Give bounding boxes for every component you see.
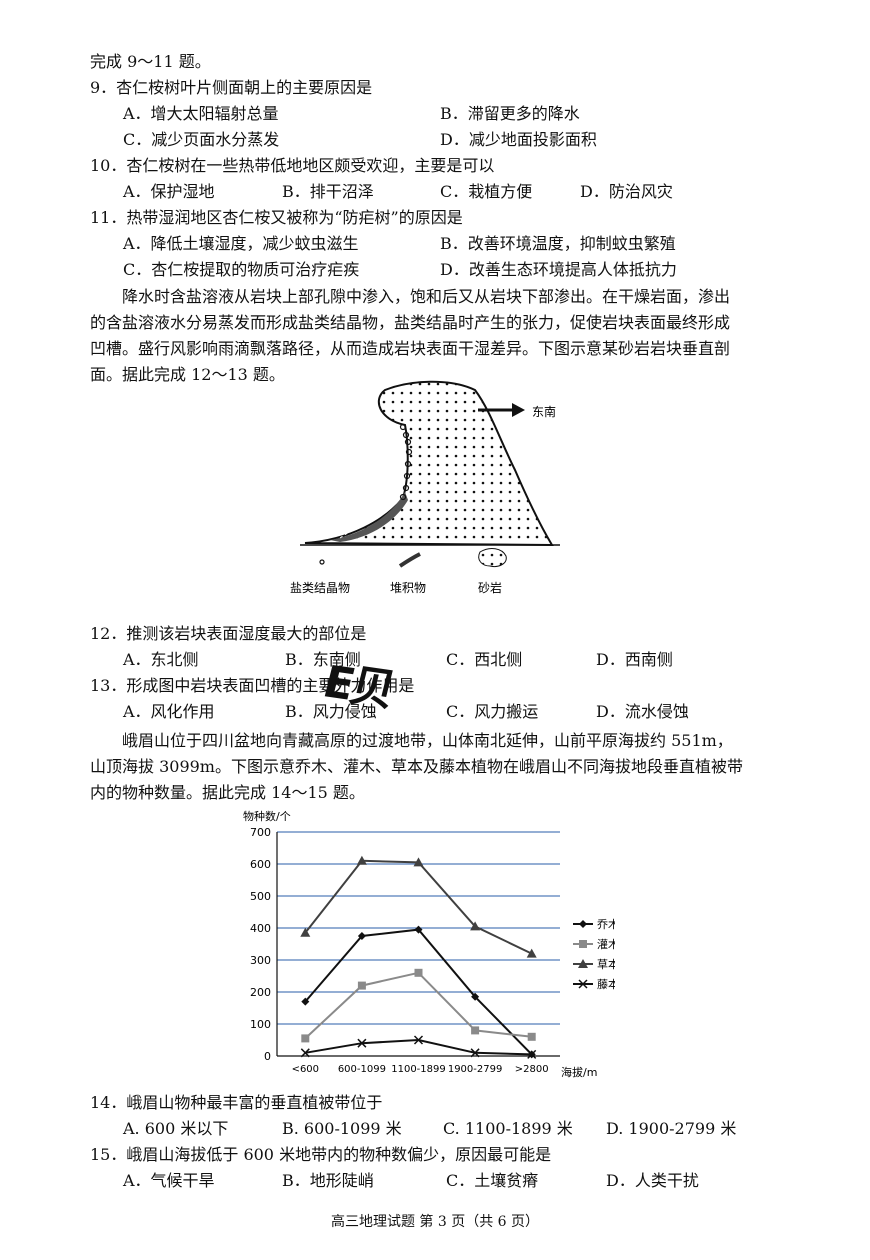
q13-option-c: C．风力搬运: [446, 702, 539, 721]
question-12-stem: 12．推测该岩块表面湿度最大的部位是: [90, 624, 367, 643]
q11-option-a: A．降低土壤湿度，减少蚊虫滋生: [123, 234, 359, 253]
question-10-stem: 10．杏仁桉树在一些热带低地地区颇受欢迎，主要是可以: [90, 156, 495, 175]
series-square: [301, 968, 536, 1043]
q9-option-d: D．减少地面投影面积: [440, 130, 597, 149]
q9-option-b: B．滞留更多的降水: [440, 104, 580, 123]
q9-option-a: A．增大太阳辐射总量: [123, 104, 279, 123]
question-15-stem: 15．峨眉山海拔低于 600 米地带内的物种数偏少，原因最可能是: [90, 1145, 552, 1164]
legend-label: 藤本: [597, 977, 615, 991]
q14-option-c: C. 1100-1899 米: [443, 1119, 573, 1138]
q12-option-c: C．西北侧: [446, 650, 523, 669]
data-point: [579, 940, 587, 948]
passage-2-line-2: 山顶海拔 3099m。下图示意乔木、灌木、草本及藤本植物在峨眉山不同海拔地段垂直…: [90, 757, 743, 776]
data-point: [526, 948, 537, 958]
series-triangle: [300, 855, 537, 958]
q15-option-c: C．土壤贫瘠: [446, 1171, 539, 1190]
passage-2-line-1: 峨眉山位于四川盆地向青藏高原的过渡地带，山体南北延伸，山前平原海拔约 551m，: [122, 731, 733, 750]
legend-label-salt: 盐类结晶物: [290, 581, 350, 595]
data-point: [414, 968, 423, 977]
series-line: [305, 1038, 532, 1056]
q11-option-b: B．改善环境温度，抑制蚊虫繁殖: [440, 234, 676, 253]
data-point: [301, 1034, 310, 1043]
y-tick-label: 200: [250, 986, 271, 999]
q14-option-a: A. 600 米以下: [123, 1119, 229, 1138]
passage-1-line-2: 的含盐溶液水分易蒸发而形成盐类结晶物，盐类结晶时产生的张力，促使岩块表面最终形成: [90, 313, 731, 332]
species-line-chart: 物种数/个 0 100 200 300 400 500 600 700 <600 600-109…: [243, 809, 615, 1079]
x-tick-label: 1100-1899: [391, 1064, 446, 1075]
legend-label: 草本: [597, 957, 615, 971]
series-x: [300, 1035, 537, 1059]
q10-option-d: D．防治风灾: [580, 182, 673, 201]
q10-option-b: B．排干沼泽: [282, 182, 374, 201]
legend-label: 灌木: [597, 938, 615, 951]
q9-option-c: C．减少页面水分蒸发: [123, 130, 280, 149]
y-tick-label: 400: [250, 922, 271, 935]
data-point: [527, 1032, 536, 1041]
legend-deposit-icon: [398, 552, 421, 568]
q15-option-a: A．气候干旱: [123, 1171, 215, 1190]
q10-option-a: A．保护湿地: [123, 182, 215, 201]
legend-label-sandstone: 砂岩: [478, 580, 502, 595]
chart-xlabel: 海拔/m: [561, 1065, 597, 1079]
data-point: [357, 981, 366, 990]
y-tick-label: 500: [250, 890, 271, 903]
q11-option-d: D．改善生态环境提高人体抵抗力: [440, 260, 677, 279]
passage-1-line-1: 降水时含盐溶液从岩块上部孔隙中渗入，饱和后又从岩块下部渗出。在干燥岩面，渗出: [122, 287, 731, 306]
q15-option-b: B．地形陡峭: [282, 1171, 374, 1190]
data-point: [471, 1026, 480, 1035]
data-point: [579, 920, 587, 928]
y-tick-label: 0: [264, 1050, 271, 1063]
q11-option-c: C．杏仁桉提取的物质可治疗疟疾: [123, 260, 360, 279]
x-tick-label: 600-1099: [338, 1064, 386, 1075]
question-14-stem: 14．峨眉山物种最丰富的垂直植被带位于: [90, 1093, 383, 1112]
y-tick-label: 100: [250, 1018, 271, 1031]
y-tick-label: 600: [250, 858, 271, 871]
x-tick-label: >2800: [515, 1064, 549, 1075]
scan-artifact-stamp: E贝: [318, 656, 398, 717]
series-line: [304, 971, 532, 1040]
direction-arrowhead: [512, 403, 525, 417]
passage-1-line-3: 凹槽。盛行风影响雨滴飘落路径，从而造成岩块表面干湿差异。下图示意某砂岩岩块垂直剖: [90, 339, 731, 358]
chart-ylabel: 物种数/个: [243, 809, 291, 823]
legend-sandstone-icon: [478, 548, 507, 567]
q14-option-d: D. 1900-2799 米: [606, 1119, 737, 1138]
rock-profile-figure: 东南 盐类结晶物 堆积物 砂岩: [290, 380, 560, 595]
q14-option-b: B. 600-1099 米: [282, 1119, 402, 1138]
q13-option-d: D．流水侵蚀: [596, 702, 689, 721]
question-11-stem: 11．热带湿润地区杏仁桉又被称为“防疟树”的原因是: [90, 208, 463, 227]
q12-option-a: A．东北侧: [123, 650, 199, 669]
q10-option-c: C．栽植方便: [440, 182, 533, 201]
legend-label-deposit: 堆积物: [390, 581, 426, 595]
y-tick-label: 300: [250, 954, 271, 967]
legend-label: 乔木: [597, 918, 615, 931]
series-line: [304, 859, 533, 955]
x-tick-label: 1900-2799: [448, 1064, 503, 1075]
intro-text: 完成 9～11 题。: [90, 52, 211, 71]
x-tick-label: <600: [292, 1064, 319, 1075]
q12-option-d: D．西南侧: [596, 650, 673, 669]
direction-label: 东南: [532, 404, 556, 419]
page-footer: 高三地理试题 第 3 页（共 6 页）: [330, 1214, 540, 1230]
q13-option-a: A．风化作用: [123, 702, 215, 721]
question-9-stem: 9．杏仁桉树叶片侧面朝上的主要原因是: [90, 78, 373, 97]
q15-option-d: D．人类干扰: [606, 1171, 699, 1190]
legend-salt-icon: [319, 559, 325, 565]
y-tick-label: 700: [250, 826, 271, 839]
